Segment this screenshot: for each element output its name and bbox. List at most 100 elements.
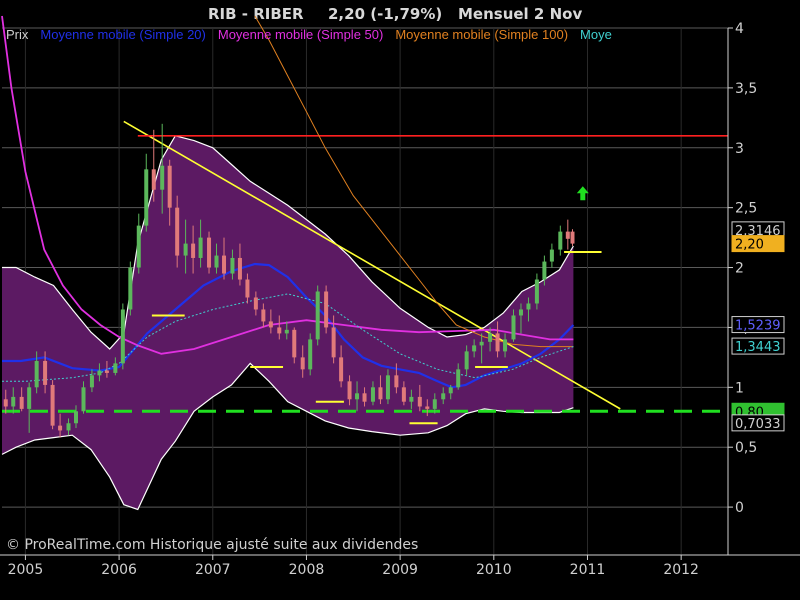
candle-body — [27, 387, 32, 409]
candle-body — [3, 399, 8, 407]
price-label-text: 0,7033 — [735, 417, 781, 432]
title-symbol: RIB - RIBER — [208, 5, 304, 23]
candlestick-chart[interactable]: RIB - RIBER 2,20 (-1,79%) Mensuel 2 Nov … — [0, 0, 800, 600]
candle-body — [136, 225, 141, 268]
candle-body — [183, 243, 188, 256]
candle-body — [81, 387, 86, 412]
price-label: 1,5239 — [731, 316, 785, 334]
candle-body — [58, 425, 63, 431]
candle — [50, 380, 55, 430]
candle — [324, 285, 329, 334]
candle-body — [113, 363, 118, 373]
candle-body — [50, 384, 55, 426]
candle-body — [401, 387, 406, 402]
candle-body — [394, 375, 399, 388]
candle-body — [558, 231, 563, 250]
y-tick-label: 2,5 — [735, 201, 757, 217]
candle-body — [97, 370, 102, 376]
candle-body — [464, 351, 469, 370]
candle-body — [565, 231, 570, 239]
chart-window: RIB - RIBER 2,20 (-1,79%) Mensuel 2 Nov … — [0, 0, 800, 600]
candle-body — [261, 309, 266, 322]
legend-item: Moyenne mobile (Simple 100) — [395, 27, 568, 42]
candle-body — [339, 357, 344, 382]
candle — [120, 303, 125, 370]
price-label-text: 2,20 — [735, 238, 764, 253]
candle-body — [488, 333, 493, 342]
legend-item: Moye — [580, 27, 612, 42]
candle-body — [542, 261, 547, 280]
y-tick-label: 1 — [735, 380, 744, 396]
candle-body — [214, 255, 219, 268]
candle-body — [409, 396, 414, 402]
candle-body — [89, 375, 94, 388]
candle-body — [268, 321, 273, 328]
price-label: 1,3443 — [731, 337, 785, 355]
candle-body — [253, 297, 258, 310]
candle-body — [245, 279, 250, 298]
price-label-text: 1,5239 — [735, 319, 781, 334]
y-tick-label: 3 — [735, 141, 744, 157]
candle-body — [74, 411, 79, 424]
candle — [308, 333, 313, 376]
candle-body — [324, 291, 329, 328]
candle-body — [511, 315, 516, 340]
candle-body — [207, 237, 212, 268]
candle-body — [425, 406, 430, 409]
candle — [128, 261, 133, 316]
candle-body — [534, 279, 539, 304]
x-tick-label: 2012 — [663, 562, 699, 578]
candle-body — [441, 393, 446, 400]
candle-body — [347, 381, 352, 400]
candle-body — [160, 165, 165, 190]
candle-body — [370, 387, 375, 402]
price-label: 2,20 — [731, 235, 785, 253]
candle-body — [417, 396, 422, 407]
footer-copyright: © ProRealTime.com Historique ajusté suit… — [6, 537, 418, 553]
candle-body — [456, 369, 461, 388]
candle-body — [230, 257, 235, 274]
candle-body — [495, 333, 500, 352]
candle-body — [385, 375, 390, 400]
price-label: 0,7033 — [731, 414, 785, 432]
price-label-text: 1,3443 — [735, 340, 781, 355]
legend: Prix Moyenne mobile (Simple 20) Moyenne mo… — [6, 27, 612, 42]
candle-body — [11, 396, 16, 407]
legend-item: Moyenne mobile (Simple 50) — [218, 27, 383, 42]
candle-body — [34, 360, 39, 388]
candle-body — [66, 423, 71, 431]
x-tick-label: 2005 — [8, 562, 44, 578]
x-tick-label: 2007 — [195, 562, 231, 578]
candle-body — [151, 169, 156, 190]
candle-body — [448, 387, 453, 394]
candle-body — [549, 249, 554, 262]
candle — [315, 285, 320, 346]
legend-item: Prix — [6, 27, 29, 42]
y-tick-label: 3,5 — [735, 81, 757, 97]
candle-body — [198, 237, 203, 258]
candle-body — [355, 393, 360, 400]
candle-body — [432, 399, 437, 409]
y-tick-label: 0 — [735, 500, 744, 516]
candle-body — [167, 165, 172, 208]
candle-body — [479, 341, 484, 346]
candle-body — [503, 339, 508, 352]
candle-body — [19, 396, 24, 409]
candle-body — [518, 309, 523, 316]
y-tick-label: 0,5 — [735, 440, 757, 456]
candle-body — [362, 393, 367, 402]
candle-body — [120, 309, 125, 364]
candle — [570, 229, 575, 246]
title-change: 2,20 (-1,79%) — [328, 5, 442, 23]
candle-body — [284, 329, 289, 334]
candle-body — [104, 370, 109, 373]
candle-body — [378, 387, 383, 400]
x-tick-label: 2009 — [382, 562, 418, 578]
title-period: Mensuel 2 Nov — [458, 5, 582, 23]
x-tick-label: 2006 — [101, 562, 137, 578]
candle-body — [300, 357, 305, 370]
y-tick-label: 2 — [735, 261, 744, 277]
candle-body — [237, 257, 242, 280]
candle-body — [191, 243, 196, 258]
legend-item: Moyenne mobile (Simple 20) — [40, 27, 205, 42]
